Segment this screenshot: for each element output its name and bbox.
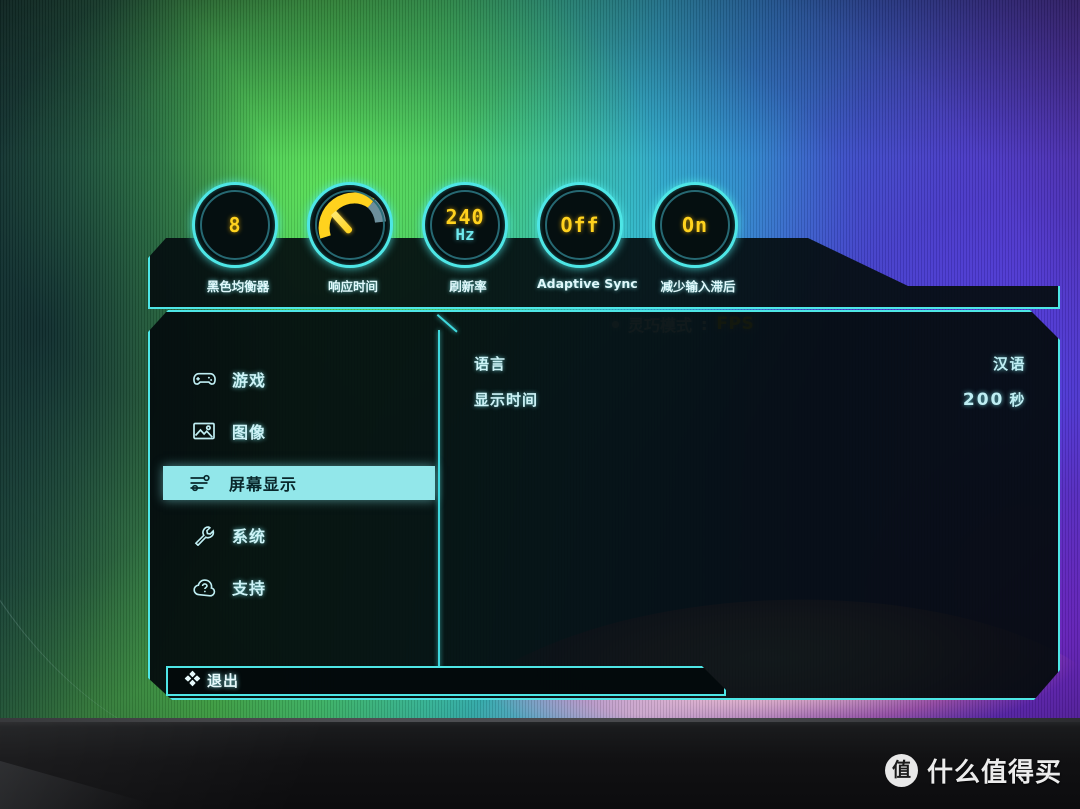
exit-bar-border[interactable] xyxy=(166,666,726,696)
dial-ring: Off xyxy=(537,182,623,268)
dial-value: 8 xyxy=(195,185,275,265)
dial-value-text: On xyxy=(681,212,709,237)
watermark: 值 什么值得买 xyxy=(884,752,1062,789)
dial-label: 刷新率 xyxy=(449,279,487,294)
quick-setting-low-input-lag[interactable]: On 减少输入滞后 xyxy=(652,182,744,295)
sidebar-item-label: 屏幕显示 xyxy=(229,475,298,494)
sidebar-item-picture[interactable]: 图像 xyxy=(184,414,436,448)
gamepad-icon xyxy=(190,367,218,391)
osd-overlay: 8 黑色均衡器 响应时间 240 Hz 刷新率 Off Adaptive Syn… xyxy=(0,0,1080,722)
setting-value-unit: 秒 xyxy=(1009,390,1026,409)
dial-value: On xyxy=(655,185,735,265)
watermark-text: 什么值得买 xyxy=(926,758,1062,788)
sidebar-item-label: 支持 xyxy=(232,579,267,598)
dial-ring: On xyxy=(652,182,738,268)
dial-value-unit: Hz xyxy=(455,225,475,245)
help-cloud-icon xyxy=(190,575,218,599)
setting-value: 汉语 xyxy=(992,354,1026,373)
gauge-needle-icon xyxy=(330,210,354,235)
screenshot-root: 8 黑色均衡器 响应时间 240 Hz 刷新率 Off Adaptive Syn… xyxy=(0,0,1080,809)
quick-setting-response-time[interactable]: 响应时间 xyxy=(307,182,399,295)
sidebar-item-support[interactable]: 支持 xyxy=(184,570,436,604)
image-icon xyxy=(190,419,218,443)
osd-content: 语言 汉语 显示时间 200 秒 xyxy=(460,330,1038,670)
gauge-arc-icon xyxy=(318,192,386,239)
wrench-icon xyxy=(190,523,218,547)
dpad-diamond-icon xyxy=(184,670,201,691)
setting-value-group: 200 秒 xyxy=(963,389,1026,410)
sidebar-item-system[interactable]: 系统 xyxy=(184,518,436,552)
exit-button[interactable]: 退出 xyxy=(184,670,239,691)
dial-label: 黑色均衡器 xyxy=(206,279,270,294)
sidebar-item-label: 图像 xyxy=(232,423,267,442)
dial-label: 响应时间 xyxy=(327,279,378,294)
quick-setting-adaptive-sync[interactable]: Off Adaptive Sync xyxy=(537,182,638,291)
dial-label: 减少输入滞后 xyxy=(660,279,736,294)
sidebar-item-osd[interactable]: 屏幕显示 xyxy=(163,466,435,500)
setting-row-language[interactable]: 语言 汉语 xyxy=(474,348,1026,378)
dial-value-text: 240 xyxy=(445,204,485,229)
osd-sidebar: 游戏 图像 屏幕显示 系统 支持 xyxy=(150,312,438,698)
panel-divider xyxy=(438,330,440,668)
dial-value-text: Off xyxy=(560,212,600,237)
dial-value: Off xyxy=(540,185,620,265)
quick-settings-dials: 8 黑色均衡器 响应时间 240 Hz 刷新率 Off Adaptive Syn… xyxy=(148,182,1060,312)
sidebar-item-label: 系统 xyxy=(232,527,267,546)
dial-ring: 8 xyxy=(192,182,278,268)
setting-label: 语言 xyxy=(474,354,507,373)
quick-setting-refresh-rate[interactable]: 240 Hz 刷新率 xyxy=(422,182,514,295)
sliders-icon xyxy=(187,471,215,495)
setting-row-display-time[interactable]: 显示时间 200 秒 xyxy=(474,384,1026,414)
setting-value: 200 xyxy=(962,389,1005,410)
dial-value: 240 Hz xyxy=(425,185,505,265)
exit-label: 退出 xyxy=(207,672,240,690)
setting-label: 显示时间 xyxy=(474,390,539,409)
dial-value-text: 8 xyxy=(228,212,242,237)
watermark-badge-icon: 值 xyxy=(884,754,918,787)
dial-ring: 240 Hz xyxy=(422,182,508,268)
sidebar-item-game[interactable]: 游戏 xyxy=(184,362,436,396)
dial-label: Adaptive Sync xyxy=(537,276,638,291)
sidebar-item-label: 游戏 xyxy=(232,371,267,390)
quick-setting-black-equalizer[interactable]: 8 黑色均衡器 xyxy=(192,182,284,295)
monitor-screen: 8 黑色均衡器 响应时间 240 Hz 刷新率 Off Adaptive Syn… xyxy=(0,0,1080,722)
dial-ring xyxy=(307,182,393,268)
panel-divider-chamfer xyxy=(436,314,460,333)
